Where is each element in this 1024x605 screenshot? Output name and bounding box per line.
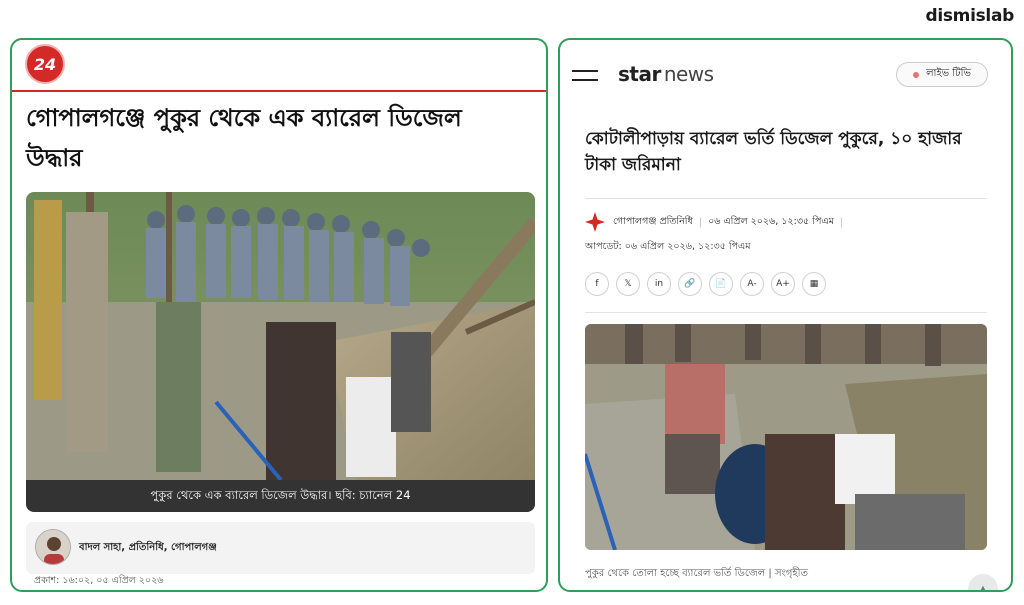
right-photo-caption: পুকুর থেকে তোলা হচ্ছে ব্যারেল ভর্তি ডিজে… xyxy=(585,568,809,579)
starnews-article-panel: star news লাইভ টিভি কোটালীপাড়ায় ব্যারেল… xyxy=(558,38,1013,592)
right-updated-date: আপডেট: ০৬ এপ্রিল ২০২৬, ১২:৩৫ পিএম xyxy=(585,241,751,252)
facebook-icon[interactable]: f xyxy=(585,272,609,296)
logo-star-text: star xyxy=(618,62,661,86)
left-photo-caption: পুকুর থেকে এক ব্যারেল ডিজেল উদ্ধার। ছবি:… xyxy=(26,480,535,512)
print-icon[interactable]: 📄 xyxy=(709,272,733,296)
x-twitter-icon[interactable]: 𝕏 xyxy=(616,272,640,296)
right-byline-date: ০৬ এপ্রিল ২০২৬, ১২:৩৫ পিএম xyxy=(708,215,834,227)
dismislab-logo: dismislab xyxy=(925,6,1014,26)
byline-separator: | xyxy=(839,216,844,228)
qr-code-icon[interactable]: ▦ xyxy=(802,272,826,296)
font-increase-button[interactable]: A+ xyxy=(771,272,795,296)
logo-news-text: news xyxy=(663,62,714,86)
left-article-photo xyxy=(26,192,535,480)
share-toolbar: f 𝕏 in 🔗 📄 A- A+ ▦ xyxy=(585,272,826,296)
scroll-up-icon[interactable]: ▲ xyxy=(968,574,998,590)
divider xyxy=(585,312,987,313)
starnews-logo[interactable]: star news xyxy=(618,62,714,86)
channel24-logo[interactable]: 24 xyxy=(25,44,65,84)
linkedin-icon[interactable]: in xyxy=(647,272,671,296)
right-byline-author[interactable]: গোপালগঞ্জ প্রতিনিধি xyxy=(613,215,693,230)
live-tv-label: লাইভ টিভি xyxy=(926,68,971,79)
left-published-date: প্রকাশ: ১৬:০২, ০৫ এপ্রিল ২০২৬ xyxy=(34,575,164,586)
channel24-header: 24 xyxy=(12,40,546,92)
divider xyxy=(585,198,987,199)
menu-icon[interactable] xyxy=(572,70,600,83)
font-decrease-button[interactable]: A- xyxy=(740,272,764,296)
live-tv-button[interactable]: লাইভ টিভি xyxy=(896,62,988,87)
channel24-article-panel: 24 গোপালগঞ্জে পুকুর থেকে এক ব্যারেল ডিজে… xyxy=(10,38,548,592)
live-dot-icon xyxy=(913,71,920,78)
link-icon[interactable]: 🔗 xyxy=(678,272,702,296)
right-byline: গোপালগঞ্জ প্রতিনিধি | ০৬ এপ্রিল ২০২৬, ১২… xyxy=(585,210,849,234)
right-headline: কোটালীপাড়ায় ব্যারেল ভর্তি ডিজেল পুকুরে… xyxy=(585,129,962,175)
left-author-name[interactable]: বাদল সাহা, প্রতিনিধি, গোপালগঞ্জ xyxy=(79,540,217,557)
left-author-box: বাদল সাহা, প্রতিনিধি, গোপালগঞ্জ xyxy=(26,522,535,574)
author-avatar xyxy=(35,529,71,565)
right-article-photo xyxy=(585,324,987,550)
byline-separator: | xyxy=(698,216,703,228)
left-headline: গোপালগঞ্জে পুকুর থেকে এক ব্যারেল ডিজেল উ… xyxy=(26,104,462,172)
star-icon xyxy=(585,212,605,232)
